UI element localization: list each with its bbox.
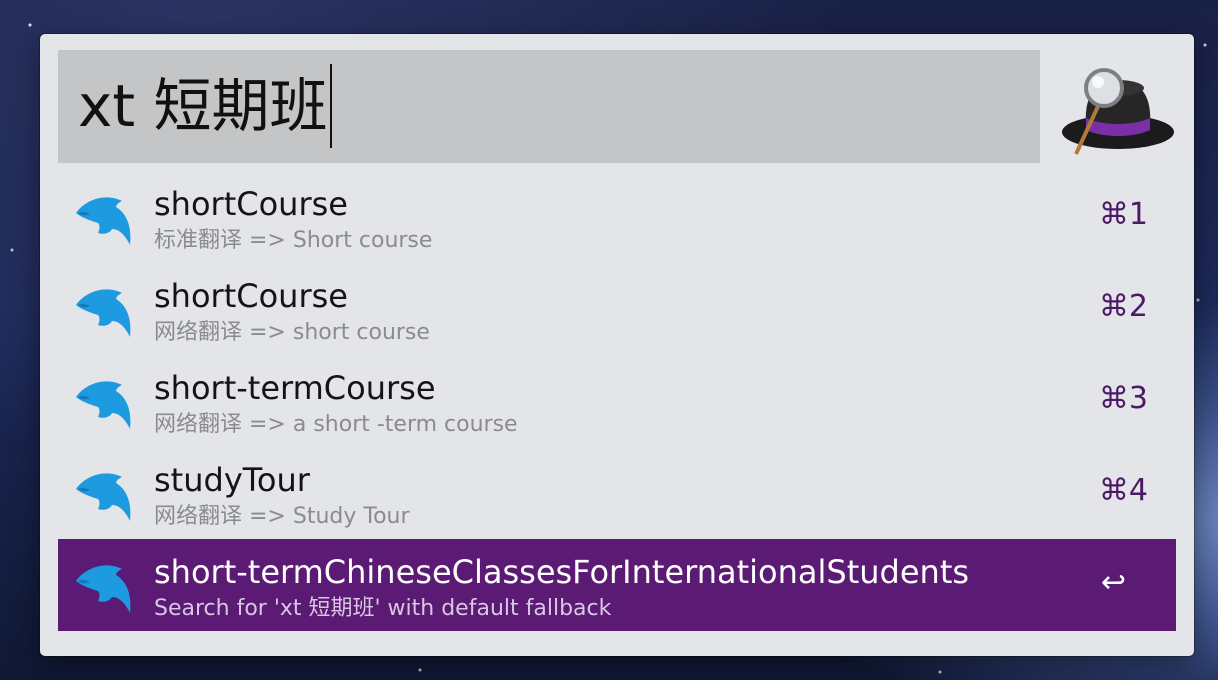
result-shortcut: ⌘2 <box>1098 289 1148 324</box>
result-item-3[interactable]: short-termCourse 网络翻译 => a short -term c… <box>58 355 1176 447</box>
result-title: shortCourse <box>154 277 348 315</box>
result-title: shortCourse <box>154 185 348 223</box>
result-subtitle: 网络翻译 => Study Tour <box>154 504 410 529</box>
result-shortcut: ⌘4 <box>1098 473 1148 508</box>
dolphin-icon <box>76 197 131 245</box>
dolphin-icon <box>76 289 131 337</box>
search-query-text: xt 短期班 <box>78 72 328 140</box>
text-caret <box>329 64 332 148</box>
return-icon: ↩ <box>1100 565 1126 600</box>
result-subtitle: 网络翻译 => short course <box>154 320 430 345</box>
result-title: studyTour <box>154 461 310 499</box>
search-field[interactable]: xt 短期班 <box>58 50 1040 163</box>
result-subtitle: 标准翻译 => Short course <box>154 228 433 253</box>
results-list: shortCourse 标准翻译 => Short course ⌘1 shor… <box>58 171 1176 631</box>
result-shortcut: ⌘3 <box>1098 381 1148 416</box>
result-title: short-termCourse <box>154 369 436 407</box>
result-item-2[interactable]: shortCourse 网络翻译 => short course ⌘2 <box>58 263 1176 355</box>
result-subtitle: Search for 'xt 短期班' with default fallbac… <box>154 596 612 621</box>
alfred-hat-icon[interactable] <box>1058 58 1176 158</box>
result-item-1[interactable]: shortCourse 标准翻译 => Short course ⌘1 <box>58 171 1176 263</box>
result-subtitle: 网络翻译 => a short -term course <box>154 412 518 437</box>
search-query[interactable]: xt 短期班 <box>78 64 332 148</box>
dolphin-icon <box>76 565 131 613</box>
result-shortcut: ⌘1 <box>1098 197 1148 232</box>
launcher-window: xt 短期班 shortCourse 标准翻译 => Short course … <box>40 34 1194 656</box>
dolphin-icon <box>76 473 131 521</box>
result-item-5-selected[interactable]: short-termChineseClassesForInternational… <box>58 539 1176 631</box>
result-title: short-termChineseClassesForInternational… <box>154 553 970 591</box>
dolphin-icon <box>76 381 131 429</box>
result-item-4[interactable]: studyTour 网络翻译 => Study Tour ⌘4 <box>58 447 1176 539</box>
